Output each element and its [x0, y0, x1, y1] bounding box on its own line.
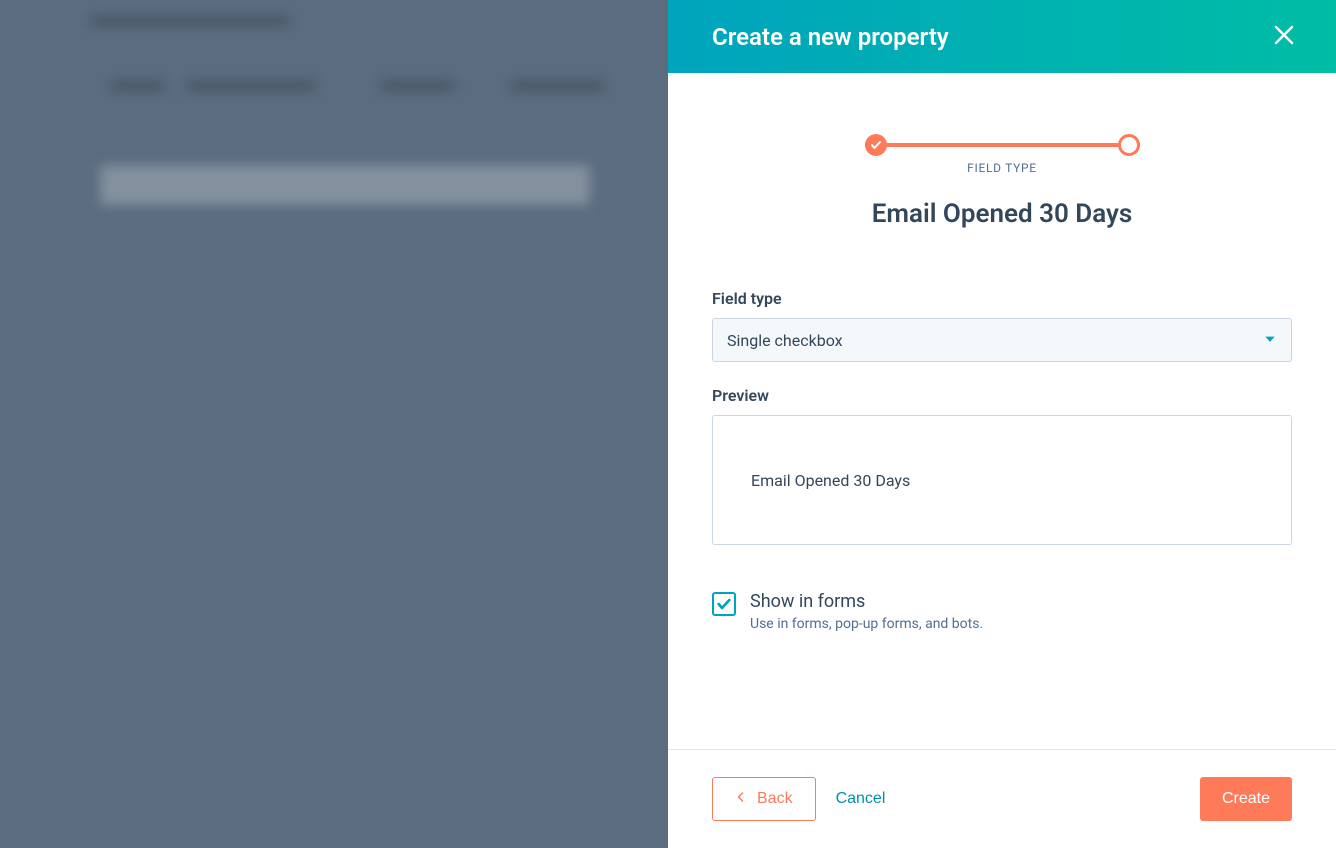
- close-button[interactable]: [1268, 19, 1300, 54]
- back-button[interactable]: Back: [712, 777, 816, 821]
- show-in-forms-row: Show in forms Use in forms, pop-up forms…: [712, 591, 1292, 632]
- close-icon: [1272, 23, 1296, 50]
- back-button-label: Back: [757, 790, 793, 808]
- show-in-forms-description: Use in forms, pop-up forms, and bots.: [750, 616, 983, 632]
- step-current-icon: [1118, 134, 1140, 156]
- chevron-left-icon: [735, 790, 747, 808]
- field-type-selected-value: Single checkbox: [727, 331, 843, 350]
- preview-label: Preview: [712, 386, 1292, 405]
- show-in-forms-label: Show in forms: [750, 591, 983, 612]
- panel-title: Create a new property: [712, 23, 949, 51]
- step-completed-icon: [865, 134, 887, 156]
- panel-header: Create a new property: [668, 0, 1336, 73]
- preview-section: Preview Email Opened 30 Days: [712, 386, 1292, 545]
- panel-body: FIELD TYPE Email Opened 30 Days Field ty…: [668, 73, 1336, 749]
- panel-footer: Back Cancel Create: [668, 749, 1336, 848]
- show-in-forms-checkbox[interactable]: [712, 592, 736, 616]
- caret-down-icon: [1263, 331, 1277, 350]
- field-type-select[interactable]: Single checkbox: [712, 318, 1292, 362]
- preview-checkbox-label: Email Opened 30 Days: [751, 471, 910, 490]
- cancel-button[interactable]: Cancel: [836, 790, 886, 808]
- field-type-section: Field type Single checkbox: [712, 289, 1292, 362]
- create-property-panel: Create a new property FIELD TYPE Ema: [668, 0, 1336, 848]
- preview-box: Email Opened 30 Days: [712, 415, 1292, 545]
- create-button[interactable]: Create: [1200, 777, 1292, 821]
- progress-stepper: FIELD TYPE Email Opened 30 Days: [712, 143, 1292, 229]
- property-name-heading: Email Opened 30 Days: [872, 199, 1133, 229]
- step-label: FIELD TYPE: [967, 161, 1037, 175]
- field-type-label: Field type: [712, 289, 1292, 308]
